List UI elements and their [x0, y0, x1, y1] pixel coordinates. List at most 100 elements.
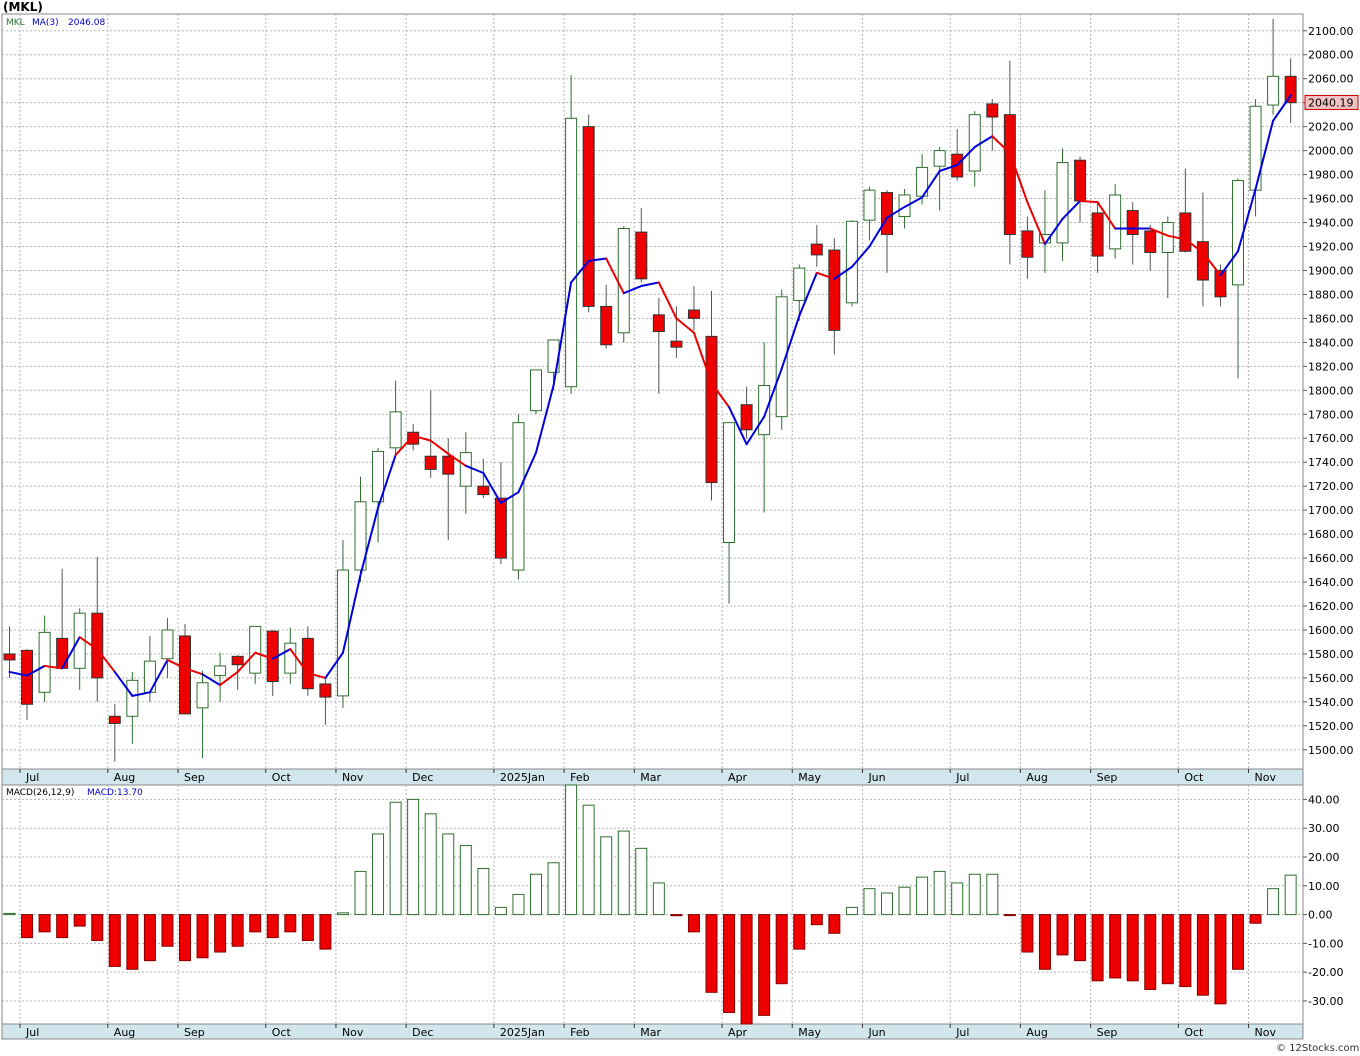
candle-up [512, 422, 525, 571]
candle-down [986, 103, 999, 118]
candle-down [582, 126, 595, 307]
macd-month-label: Nov [342, 1026, 364, 1039]
macd-bar-negative [284, 914, 297, 933]
macd-bar-positive [565, 784, 578, 916]
candle-down [319, 683, 332, 698]
macd-month-label: Sep [1097, 1026, 1118, 1039]
macd-bar-negative [1179, 914, 1192, 988]
candle-up [126, 679, 139, 717]
macd-bar-positive [1267, 888, 1280, 916]
watermark: © 12Stocks.com [1276, 1043, 1359, 1054]
chart-title: (MKL) [3, 0, 43, 14]
price-month-label: Oct [272, 771, 292, 784]
candle-down [600, 305, 613, 346]
candle-down [810, 243, 823, 256]
price-tick-label: 1900.00 [1308, 264, 1354, 277]
candle-up [723, 422, 736, 543]
price-tick-label: 2000.00 [1308, 145, 1354, 158]
macd-bar-positive [600, 836, 613, 916]
price-tick-label: 1960.00 [1308, 193, 1354, 206]
candle-down [442, 455, 455, 475]
price-tick-label: 2100.00 [1308, 25, 1354, 38]
price-tick-label: 1940.00 [1308, 217, 1354, 230]
macd-bar-positive [968, 873, 981, 916]
macd-bar-positive [881, 892, 893, 916]
macd-bar-negative [758, 914, 771, 1016]
macd-bar-negative [231, 914, 244, 947]
candle-down [1196, 241, 1209, 281]
macd-bar-negative [723, 914, 736, 1013]
price-month-label: Nov [1255, 771, 1277, 784]
macd-bar-positive [582, 804, 595, 916]
macd-bar-negative [126, 914, 139, 970]
price-tick-label: 1680.00 [1308, 528, 1354, 541]
candle-up [459, 452, 472, 487]
candle-down [635, 231, 648, 280]
price-tick-label: 1660.00 [1308, 552, 1354, 565]
ma-legend-value: 2046.08 [68, 18, 105, 28]
price-tick-label: 1920.00 [1308, 240, 1354, 253]
candle-down [1179, 212, 1192, 252]
candle-down [881, 192, 893, 236]
candle-up [38, 631, 51, 693]
candle-up [793, 267, 806, 301]
macd-bar-negative [108, 914, 121, 967]
macd-month-label: Apr [728, 1026, 748, 1039]
macd-tick-label: 0.00 [1308, 909, 1333, 922]
price-tick-label: 1880.00 [1308, 288, 1354, 301]
price-tick-label: 1620.00 [1308, 600, 1354, 613]
candle-up [1267, 75, 1280, 106]
candle-up [284, 642, 297, 674]
candle-down [1284, 75, 1297, 104]
candle-down [1003, 114, 1016, 236]
ma-segment [1079, 199, 1099, 204]
candle-down [494, 497, 507, 559]
macd-bar-negative [249, 914, 262, 933]
macd-bar-positive [354, 870, 367, 916]
macd-bar-negative [179, 914, 191, 962]
macd-bar-negative [1232, 914, 1244, 970]
macd-panel [1, 784, 1304, 1025]
candle-up [565, 117, 578, 388]
macd-tick-label: 30.00 [1308, 822, 1340, 835]
candle-down [705, 335, 718, 484]
price-month-label: 2025Jan [500, 771, 545, 784]
macd-bar-negative [828, 914, 841, 934]
macd-bar-positive [951, 882, 964, 916]
candle-up [1056, 162, 1069, 244]
macd-bar-negative [1126, 914, 1139, 982]
macd-bar-negative [1214, 914, 1227, 1005]
price-month-label: Oct [1184, 771, 1204, 784]
price-month-label: Dec [412, 771, 433, 784]
macd-bar-positive [530, 873, 542, 916]
candle-down [687, 309, 700, 319]
price-month-label: Aug [1026, 771, 1047, 784]
candle-up [933, 150, 946, 167]
macd-bar-negative [687, 914, 700, 933]
macd-bar-negative [38, 914, 51, 933]
macd-bar-positive [1284, 874, 1297, 916]
price-tick-label: 1700.00 [1308, 504, 1354, 517]
macd-tick-label: -30.00 [1308, 995, 1343, 1008]
price-month-label: Jul [955, 771, 969, 784]
candle-up [863, 189, 876, 221]
candle-down [828, 249, 841, 331]
candle-up [196, 682, 209, 709]
candle-down [424, 455, 437, 470]
macd-month-label: Sep [184, 1026, 205, 1039]
price-tick-label: 2020.00 [1308, 121, 1354, 134]
macd-bar-negative [319, 914, 332, 950]
macd-tick-label: 10.00 [1308, 880, 1340, 893]
macd-bar-positive [459, 844, 472, 916]
price-tick-label: 1540.00 [1308, 696, 1354, 709]
macd-bar-positive [898, 886, 911, 916]
macd-bar-negative [1021, 914, 1034, 953]
candle-up [143, 660, 156, 693]
price-tick-label: 1780.00 [1308, 408, 1354, 421]
candle-down [301, 637, 314, 690]
macd-bar-positive [424, 813, 437, 916]
candle-down [1021, 230, 1034, 258]
price-tick-label: 1580.00 [1308, 648, 1354, 661]
candle-down [179, 635, 191, 715]
macd-bar-positive [652, 882, 665, 916]
